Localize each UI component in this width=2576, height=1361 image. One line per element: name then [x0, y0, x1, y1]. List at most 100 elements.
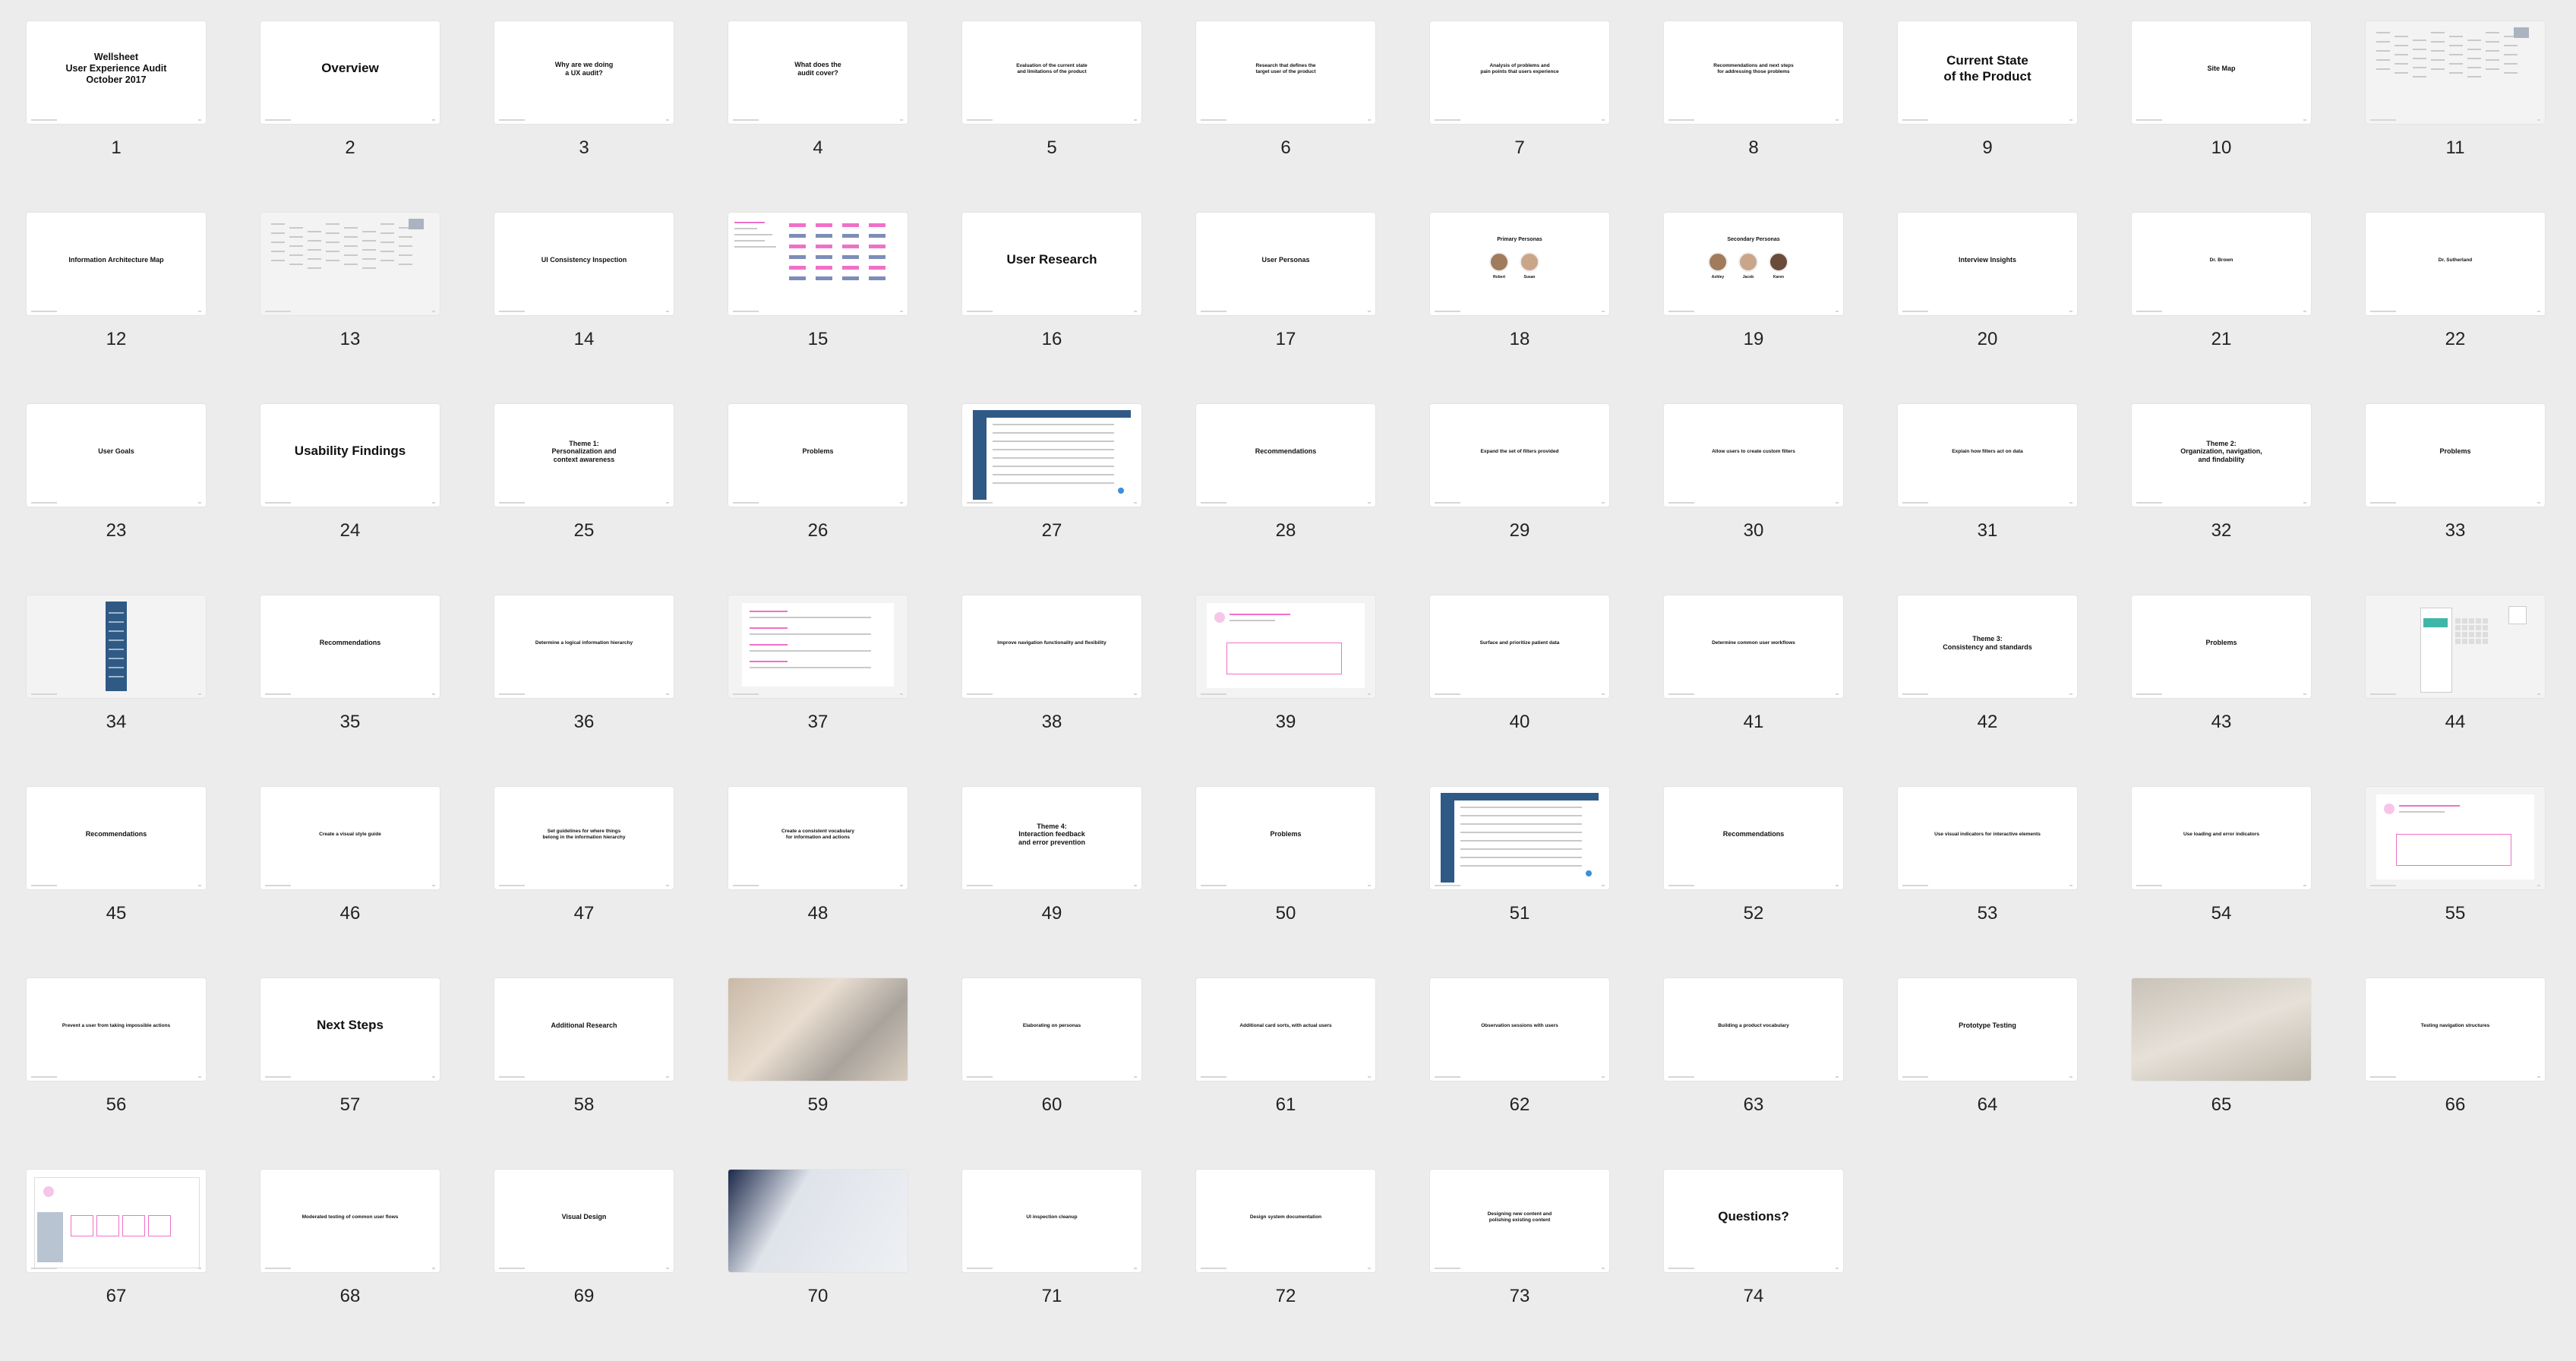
slide-thumbnail[interactable]: Prototype Testing: [1898, 978, 2077, 1081]
slide-thumbnail[interactable]: Determine a logical information hierarch…: [494, 595, 674, 698]
slide-thumbnail[interactable]: Dr. Brown: [2132, 213, 2311, 315]
slide-thumbnail[interactable]: [2366, 595, 2545, 698]
slide-thumbnail[interactable]: [2132, 978, 2311, 1081]
slide-thumbnail[interactable]: Visual Design: [494, 1170, 674, 1272]
slide-thumbnail[interactable]: [728, 595, 908, 698]
slide-thumbnail[interactable]: Design system documentation: [1196, 1170, 1375, 1272]
slide-footer-text: [265, 1076, 291, 1078]
slide-thumbnail[interactable]: [260, 213, 440, 315]
thumbnail-shape: [2431, 41, 2445, 43]
slide-thumbnail[interactable]: Wellsheet User Experience Audit October …: [27, 21, 206, 124]
slide-thumbnail-art: [728, 595, 908, 698]
slide-page-marker: [198, 311, 201, 312]
slide-thumbnail[interactable]: Set guidelines for where things belong i…: [494, 787, 674, 889]
slide-thumbnail[interactable]: Interview Insights: [1898, 213, 2077, 315]
slide-thumbnail[interactable]: Prevent a user from taking impossible ac…: [27, 978, 206, 1081]
slide-number: 32: [2211, 520, 2232, 541]
slide-thumbnail[interactable]: Designing new content and polishing exis…: [1430, 1170, 1609, 1272]
slide-thumbnail[interactable]: [27, 1170, 206, 1272]
slide-thumbnail[interactable]: Theme 1: Personalization and context awa…: [494, 404, 674, 507]
slide-footer-text: [2370, 502, 2396, 504]
slide-thumbnail[interactable]: Next Steps: [260, 978, 440, 1081]
slide-thumbnail[interactable]: Recommendations: [1196, 404, 1375, 507]
thumbnail-shape: [993, 432, 1114, 434]
slide-thumbnail[interactable]: Theme 3: Consistency and standards: [1898, 595, 2077, 698]
slide-thumbnail[interactable]: Information Architecture Map: [27, 213, 206, 315]
slide-thumbnail[interactable]: Current State of the Product: [1898, 21, 2077, 124]
slide-thumbnail[interactable]: Observation sessions with users: [1430, 978, 1609, 1081]
slide-thumbnail[interactable]: Secondary Personas Ashley Jacob Karen: [1664, 213, 1843, 315]
slide-number: 48: [807, 903, 829, 924]
slide-thumbnail[interactable]: Site Map: [2132, 21, 2311, 124]
thumbnail-shape: [289, 254, 303, 256]
slide-thumbnail[interactable]: [1430, 787, 1609, 889]
slide-number: 26: [807, 520, 829, 541]
slide-thumbnail[interactable]: Use loading and error indicators: [2132, 787, 2311, 889]
slide-footer-text: [1668, 502, 1694, 504]
slide-thumbnail[interactable]: [1196, 595, 1375, 698]
slide-cell: 37: [728, 595, 908, 787]
slide-thumbnail[interactable]: Analysis of problems and pain points tha…: [1430, 21, 1609, 124]
thumbnail-shape: [789, 234, 806, 238]
slide-title: Research that defines the target user of…: [1255, 62, 1316, 74]
slide-thumbnail[interactable]: [728, 213, 908, 315]
slide-thumbnail[interactable]: Usability Findings: [260, 404, 440, 507]
slide-thumbnail[interactable]: Theme 2: Organization, navigation, and f…: [2132, 404, 2311, 507]
thumbnail-shape: [2413, 67, 2426, 68]
slide-thumbnail[interactable]: Primary Personas Robert Susan: [1430, 213, 1609, 315]
slide-thumbnail[interactable]: UI inspection cleanup: [962, 1170, 1141, 1272]
slide-thumbnail[interactable]: Use visual indicators for interactive el…: [1898, 787, 2077, 889]
slide-thumbnail[interactable]: User Goals: [27, 404, 206, 507]
slide-thumbnail[interactable]: Additional card sorts, with actual users: [1196, 978, 1375, 1081]
slide-thumbnail[interactable]: What does the audit cover?: [728, 21, 908, 124]
slide-thumbnail[interactable]: Elaborating on personas: [962, 978, 1141, 1081]
slide-thumbnail[interactable]: Theme 4: Interaction feedback and error …: [962, 787, 1141, 889]
slide-thumbnail[interactable]: Recommendations: [260, 595, 440, 698]
slide-thumbnail[interactable]: Problems: [1196, 787, 1375, 889]
slide-thumbnail[interactable]: [2366, 787, 2545, 889]
thumbnail-shape: [869, 234, 886, 238]
slide-thumbnail[interactable]: User Research: [962, 213, 1141, 315]
slide-page-marker: [1836, 693, 1839, 695]
slide-thumbnail[interactable]: Recommendations: [1664, 787, 1843, 889]
slide-thumbnail[interactable]: Surface and prioritize patient data: [1430, 595, 1609, 698]
slide-footer-text: [31, 693, 57, 695]
slide-number: 43: [2211, 712, 2232, 732]
slide-footer-text: [1201, 693, 1226, 695]
slide-thumbnail[interactable]: [2366, 21, 2545, 124]
slide-thumbnail[interactable]: Moderated testing of common user flows: [260, 1170, 440, 1272]
slide-number: 10: [2211, 137, 2232, 158]
slide-thumbnail[interactable]: Explain how filters act on data: [1898, 404, 2077, 507]
slide-thumbnail[interactable]: Create a visual style guide: [260, 787, 440, 889]
slide-thumbnail[interactable]: Dr. Sutherland: [2366, 213, 2545, 315]
slide-thumbnail[interactable]: [27, 595, 206, 698]
slide-thumbnail[interactable]: Testing navigation structures: [2366, 978, 2545, 1081]
slide-thumbnail[interactable]: Problems: [2366, 404, 2545, 507]
slide-thumbnail[interactable]: Questions?: [1664, 1170, 1843, 1272]
slide-thumbnail[interactable]: [728, 978, 908, 1081]
slide-number: 4: [813, 137, 823, 158]
slide-footer-text: [1668, 885, 1694, 886]
slide-thumbnail[interactable]: Recommendations and next steps for addre…: [1664, 21, 1843, 124]
slide-thumbnail[interactable]: UI Consistency Inspection: [494, 213, 674, 315]
slide-thumbnail[interactable]: Building a product vocabulary: [1664, 978, 1843, 1081]
slide-thumbnail[interactable]: Create a consistent vocabulary for infor…: [728, 787, 908, 889]
thumbnail-shape: [289, 245, 303, 247]
slide-thumbnail[interactable]: Allow users to create custom filters: [1664, 404, 1843, 507]
slide-thumbnail[interactable]: Improve navigation functionality and fle…: [962, 595, 1141, 698]
slide-thumbnail[interactable]: Why are we doing a UX audit?: [494, 21, 674, 124]
slide-thumbnail[interactable]: Additional Research: [494, 978, 674, 1081]
slide-thumbnail[interactable]: Problems: [728, 404, 908, 507]
slide-thumbnail[interactable]: Evaluation of the current state and limi…: [962, 21, 1141, 124]
slide-thumbnail[interactable]: [962, 404, 1141, 507]
slide-thumbnail[interactable]: [728, 1170, 908, 1272]
thumbnail-shape: [362, 258, 376, 260]
slide-number: 61: [1275, 1094, 1296, 1115]
slide-thumbnail[interactable]: Overview: [260, 21, 440, 124]
slide-thumbnail[interactable]: Problems: [2132, 595, 2311, 698]
slide-thumbnail[interactable]: Recommendations: [27, 787, 206, 889]
slide-thumbnail[interactable]: User Personas: [1196, 213, 1375, 315]
slide-thumbnail[interactable]: Expand the set of filters provided: [1430, 404, 1609, 507]
slide-thumbnail[interactable]: Research that defines the target user of…: [1196, 21, 1375, 124]
slide-thumbnail[interactable]: Determine common user workflows: [1664, 595, 1843, 698]
